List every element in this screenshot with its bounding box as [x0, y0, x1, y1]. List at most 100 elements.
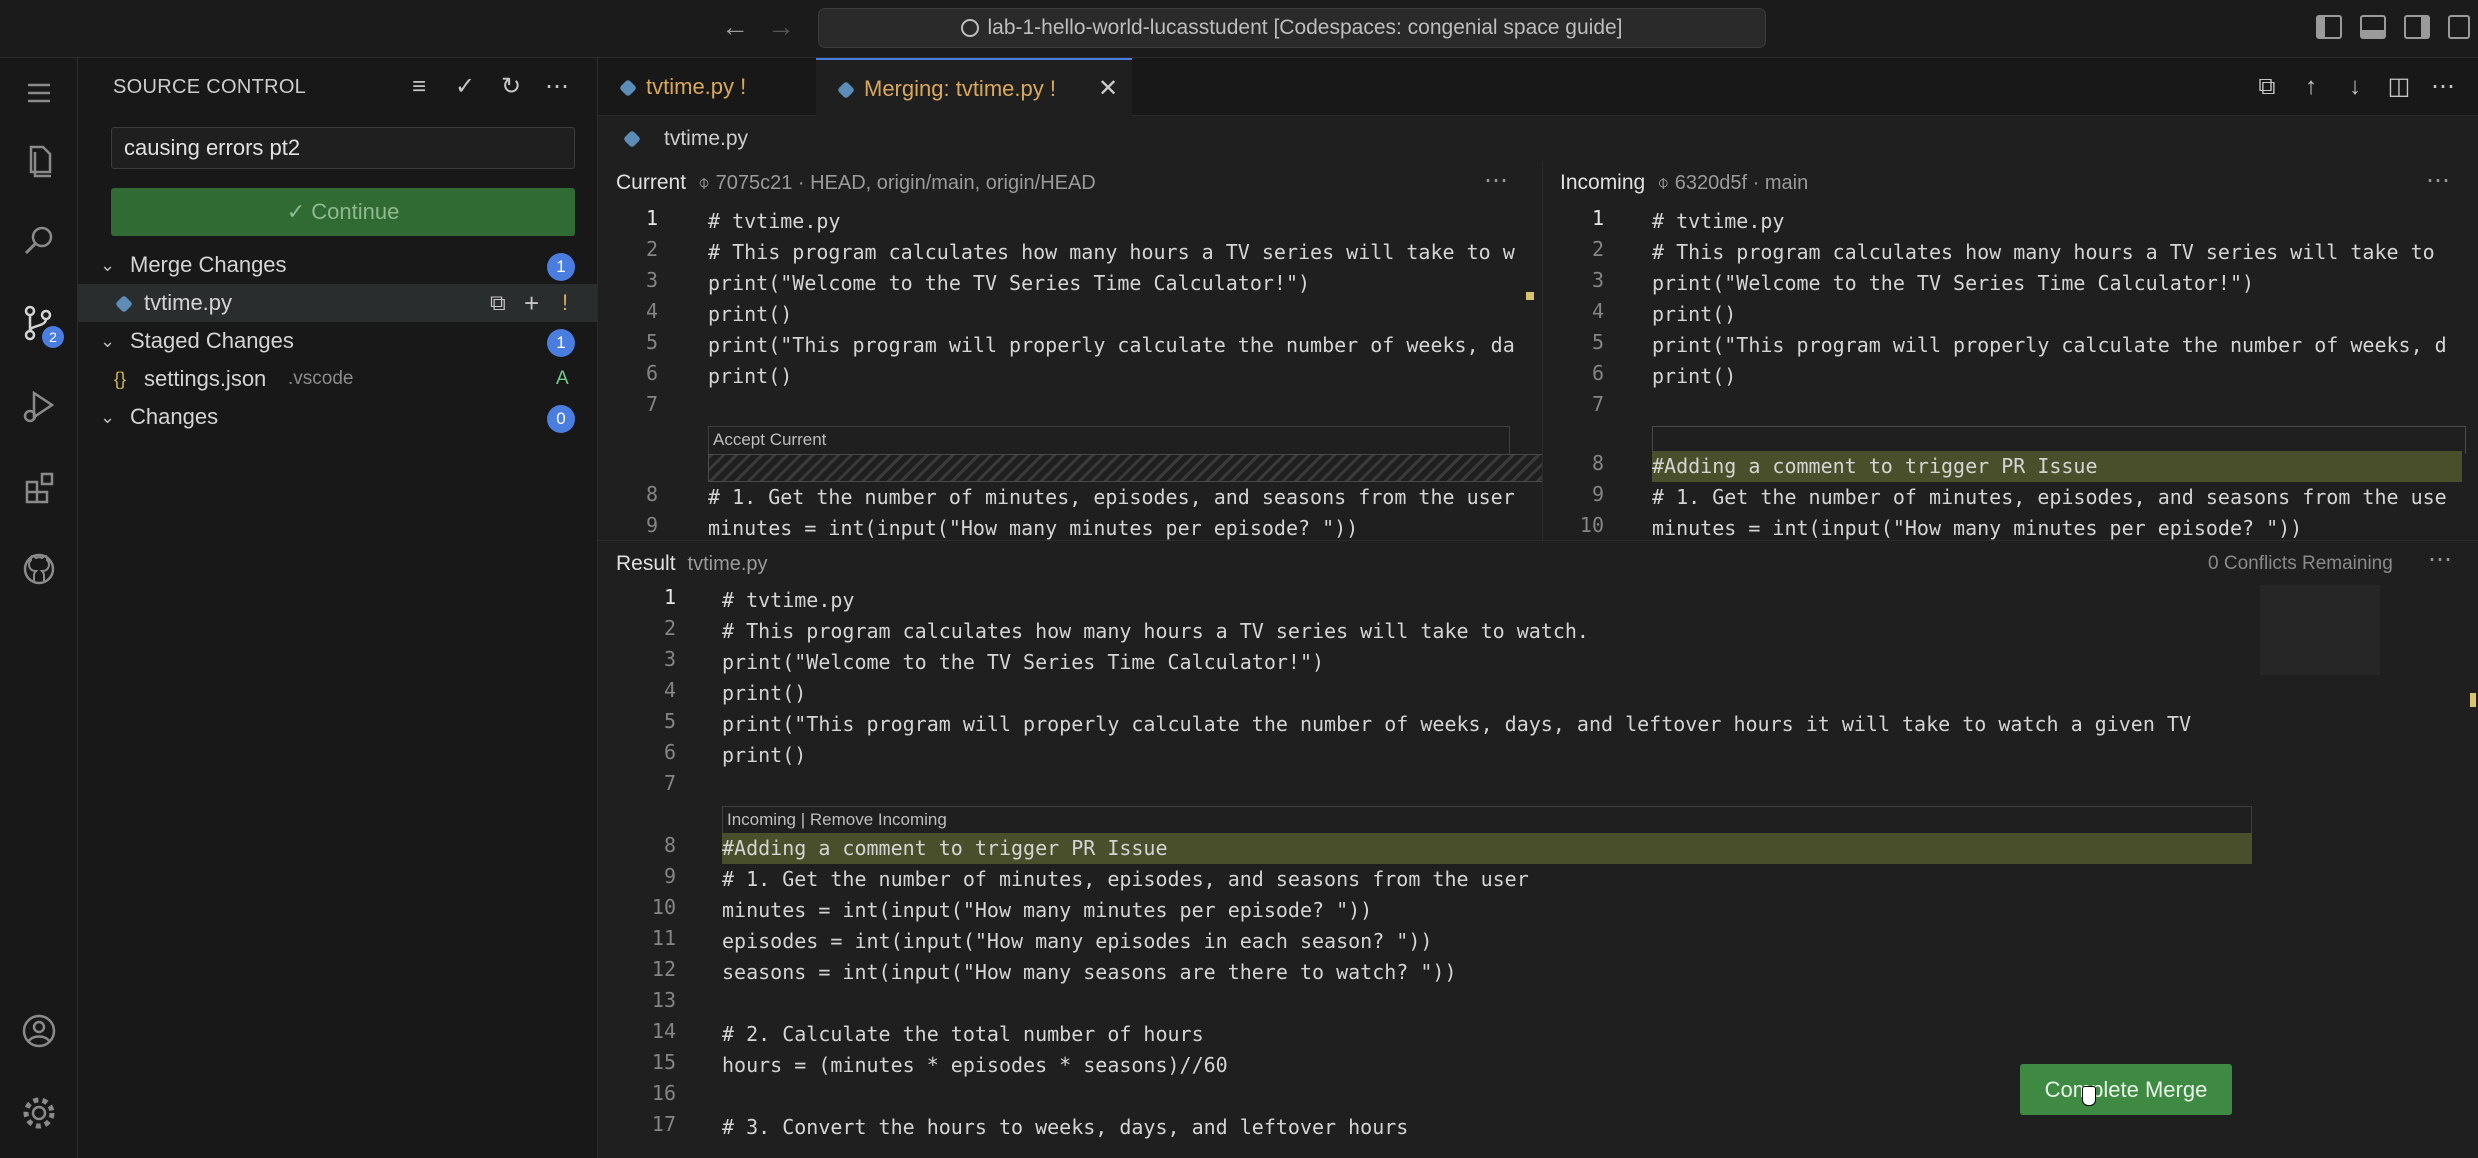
code-line: print("This program will properly calcul… — [708, 333, 1515, 357]
code-line: minutes = int(input("How many minutes pe… — [722, 898, 1373, 922]
code-line: # This program calculates how many hours… — [1652, 240, 2435, 264]
chevron-down-icon: ⌄ — [100, 255, 116, 275]
code-line: #Adding a comment to trigger PR Issue — [722, 833, 2252, 864]
github-icon[interactable] — [14, 544, 64, 594]
minimap[interactable] — [2260, 585, 2380, 675]
line-number: 9 — [645, 513, 658, 537]
breadcrumb: tvtime.py — [598, 116, 2478, 162]
explorer-icon[interactable] — [14, 134, 64, 184]
code-line: seasons = int(input("How many seasons ar… — [722, 960, 1457, 984]
tab-tvtime[interactable]: tvtime.py ! — [598, 58, 816, 116]
close-tab-icon[interactable]: ✕ — [1098, 60, 1118, 118]
staged-changes-group[interactable]: ⌄ Staged Changes 1 — [78, 322, 597, 360]
more-actions-icon[interactable]: ⋯ — [1484, 166, 1508, 195]
code-line: #Adding a comment to trigger PR Issue — [1652, 451, 2462, 482]
line-number: 6 — [663, 740, 676, 764]
staged-file-settings[interactable]: {} settings.json .vscode A — [78, 360, 597, 398]
more-actions-icon[interactable]: ⋯ — [542, 72, 572, 102]
line-number: 2 — [663, 616, 676, 640]
line-number: 14 — [651, 1019, 676, 1043]
scm-count-badge: 2 — [42, 326, 64, 348]
line-number: 10 — [651, 895, 676, 919]
code-line: print() — [1652, 364, 1737, 388]
stage-changes-icon[interactable]: + — [524, 284, 539, 322]
next-conflict-icon[interactable]: ↓ — [2338, 70, 2372, 104]
settings-gear-icon[interactable] — [14, 1088, 64, 1138]
line-number: 9 — [663, 864, 676, 888]
code-line: # 1. Get the number of minutes, episodes… — [708, 485, 1515, 509]
activity-bar: 2 — [0, 58, 78, 1158]
merge-file-tvtime[interactable]: tvtime.py ⧉ + ! — [78, 284, 597, 322]
open-file-icon[interactable]: ⧉ — [490, 284, 506, 322]
toggle-primary-sidebar-icon[interactable] — [2316, 15, 2342, 39]
line-number: 8 — [645, 482, 658, 506]
command-center[interactable]: lab-1-hello-world-lucasstudent [Codespac… — [818, 8, 1766, 48]
previous-conflict-icon[interactable]: ↑ — [2294, 70, 2328, 104]
line-number: 8 — [1591, 451, 1604, 475]
overview-marker — [1526, 292, 1534, 300]
json-file-icon: {} — [114, 369, 127, 389]
code-line: # 1. Get the number of minutes, episodes… — [722, 867, 1529, 891]
customize-layout-icon[interactable] — [2448, 15, 2470, 39]
added-status: A — [556, 368, 569, 389]
line-number: 2 — [645, 237, 658, 261]
accept-current-action[interactable]: Accept Current — [708, 426, 1510, 454]
line-number: 13 — [651, 988, 676, 1012]
conflict-status: ! — [562, 290, 569, 315]
line-number: 1 — [663, 585, 676, 609]
continue-button[interactable]: ✓ Continue — [111, 188, 575, 236]
incoming-pane: Incoming ⌽ 6320d5f · main ⋯ 1 2 3 4 5 6 7 8 9 10 #… — [1544, 162, 2478, 540]
code-line: minutes = int(input("How many minutes pe… — [1652, 516, 2303, 540]
complete-merge-button[interactable]: Complete Merge — [2020, 1064, 2232, 1115]
more-actions-icon[interactable]: ⋯ — [2426, 166, 2450, 195]
run-debug-icon[interactable] — [14, 380, 64, 430]
code-line: # 2. Calculate the total number of hours — [722, 1022, 1204, 1046]
toggle-secondary-sidebar-icon[interactable] — [2404, 15, 2430, 39]
incoming-remove-incoming-action[interactable]: Incoming | Remove Incoming — [722, 806, 2252, 834]
line-number: 11 — [651, 926, 676, 950]
line-number: 4 — [1591, 299, 1604, 323]
line-number: 1 — [645, 206, 658, 230]
tab-merging-tvtime[interactable]: Merging: tvtime.py ! ✕ — [816, 58, 1132, 116]
open-file-icon[interactable]: ⧉ — [2250, 70, 2284, 104]
line-number: 1 — [1591, 206, 1604, 230]
toggle-panel-icon[interactable] — [2360, 15, 2386, 39]
code-line: # 3. Convert the hours to weeks, days, a… — [722, 1115, 1409, 1139]
more-actions-icon[interactable]: ⋯ — [2428, 545, 2452, 574]
changes-group[interactable]: ⌄ Changes 0 — [78, 398, 597, 436]
title-bar: ← → lab-1-hello-world-lucasstudent [Code… — [0, 0, 2478, 58]
search-icon[interactable] — [14, 216, 64, 266]
source-control-icon[interactable]: 2 — [14, 298, 64, 348]
code-line: # 1. Get the number of minutes, episodes… — [1652, 485, 2447, 509]
commit-check-icon[interactable]: ✓ — [450, 72, 480, 102]
line-number: 12 — [651, 957, 676, 981]
more-actions-icon[interactable]: ⋯ — [2426, 70, 2460, 104]
split-editor-icon[interactable]: ◫ — [2382, 70, 2416, 104]
editor-tabs: tvtime.py ! Merging: tvtime.py ! ✕ ⧉ ↑ ↓… — [598, 58, 2478, 116]
count-badge: 1 — [547, 253, 575, 281]
view-as-list-icon[interactable]: ≡ — [404, 72, 434, 102]
commit-message-input[interactable]: causing errors pt2 — [111, 127, 575, 169]
code-line: print() — [708, 302, 793, 326]
code-line: # This program calculates how many hours… — [708, 240, 1515, 264]
merge-changes-group[interactable]: ⌄ Merge Changes 1 — [78, 246, 597, 284]
line-number: 2 — [1591, 237, 1604, 261]
result-header: Result tvtime.py — [616, 552, 768, 575]
refresh-icon[interactable]: ↻ — [496, 72, 526, 102]
accounts-icon[interactable] — [14, 1006, 64, 1056]
code-line: print() — [722, 743, 807, 767]
extensions-icon[interactable] — [14, 462, 64, 512]
line-number: 3 — [645, 268, 658, 292]
line-number: 4 — [645, 299, 658, 323]
overview-marker — [2470, 693, 2476, 707]
menu-icon[interactable] — [14, 68, 64, 118]
code-line: # tvtime.py — [1652, 209, 1785, 233]
current-header: Current ⌽ 7075c21 · HEAD, origin/main, or… — [616, 171, 1096, 194]
forward-arrow-icon[interactable]: → — [763, 10, 799, 46]
line-number: 5 — [1591, 330, 1604, 354]
line-number: 7 — [1591, 392, 1604, 416]
line-number: 5 — [663, 709, 676, 733]
back-arrow-icon[interactable]: ← — [717, 10, 753, 46]
code-line: hours = (minutes * episodes * seasons)//… — [722, 1053, 1228, 1077]
line-number: 3 — [1591, 268, 1604, 292]
